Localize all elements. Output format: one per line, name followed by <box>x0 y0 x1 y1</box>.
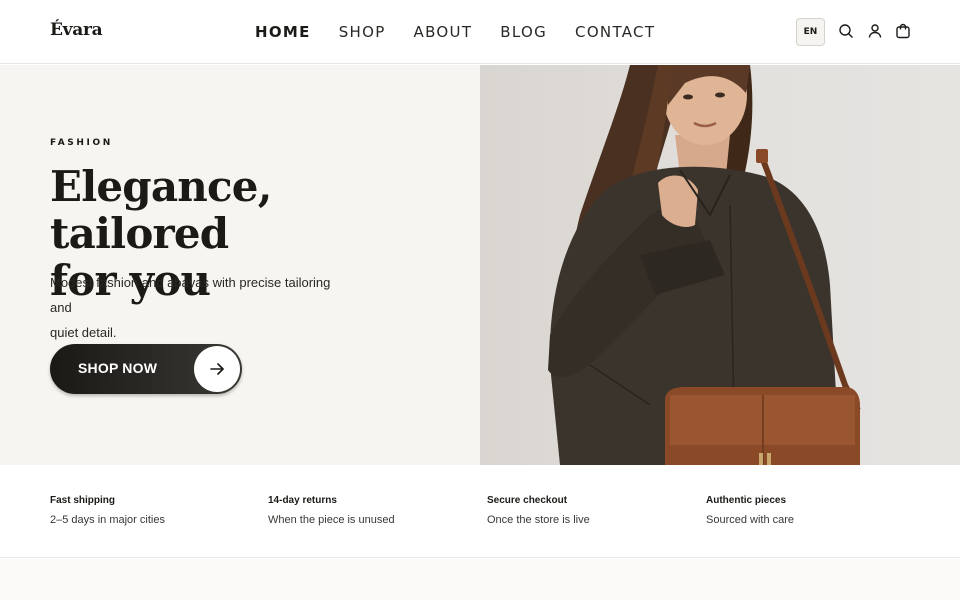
nav-shop[interactable]: SHOP <box>339 22 386 42</box>
nav-contact[interactable]: CONTACT <box>575 22 655 42</box>
hero-subtitle: Modest fashion and abayas with precise t… <box>50 270 350 345</box>
logo[interactable]: Évara <box>50 20 103 40</box>
hero-image <box>480 65 960 465</box>
feature-item: Secure checkout Once the store is live <box>487 494 590 527</box>
site-header: Évara HOME SHOP ABOUT BLOG CONTACT EN <box>0 0 960 64</box>
features-bar: Fast shipping 2–5 days in major cities 1… <box>0 465 960 558</box>
cart-icon[interactable] <box>895 23 911 39</box>
hero-text-panel: FASHION Elegance, tailored for you Modes… <box>0 65 480 465</box>
feature-title: Authentic pieces <box>706 495 787 506</box>
hero-title-line1: Elegance, tailored <box>50 162 272 258</box>
feature-title: Fast shipping <box>50 495 115 506</box>
feature-desc: Once the store is live <box>487 514 590 526</box>
shop-now-button[interactable]: SHOP NOW <box>50 344 242 394</box>
feature-desc: 2–5 days in major cities <box>50 514 165 526</box>
feature-item: Authentic pieces Sourced with care <box>706 494 794 527</box>
hero-subtitle-line2: quiet detail. <box>50 325 117 340</box>
hero-subtitle-line1: Modest fashion and abayas with precise t… <box>50 275 331 315</box>
search-icon[interactable] <box>838 23 854 39</box>
feature-desc: Sourced with care <box>706 514 795 526</box>
user-icon[interactable] <box>867 23 883 39</box>
hero-section: FASHION Elegance, tailored for you Modes… <box>0 65 960 465</box>
nav-blog[interactable]: BLOG <box>500 22 547 42</box>
feature-item: 14-day returns When the piece is unused <box>268 494 395 527</box>
main-nav: HOME SHOP ABOUT BLOG CONTACT <box>255 22 683 42</box>
language-button[interactable]: EN <box>796 18 825 46</box>
feature-desc: When the piece is unused <box>268 514 395 526</box>
nav-about[interactable]: ABOUT <box>414 22 473 42</box>
nav-home[interactable]: HOME <box>255 22 311 42</box>
feature-title: 14-day returns <box>268 495 337 506</box>
model-illustration <box>548 65 861 465</box>
next-section-placeholder <box>0 559 960 600</box>
arrow-right-icon <box>194 346 240 392</box>
feature-title: Secure checkout <box>487 495 568 506</box>
feature-item: Fast shipping 2–5 days in major cities <box>50 494 165 527</box>
shop-now-label: SHOP NOW <box>78 360 158 376</box>
hero-eyebrow: FASHION <box>50 138 113 148</box>
